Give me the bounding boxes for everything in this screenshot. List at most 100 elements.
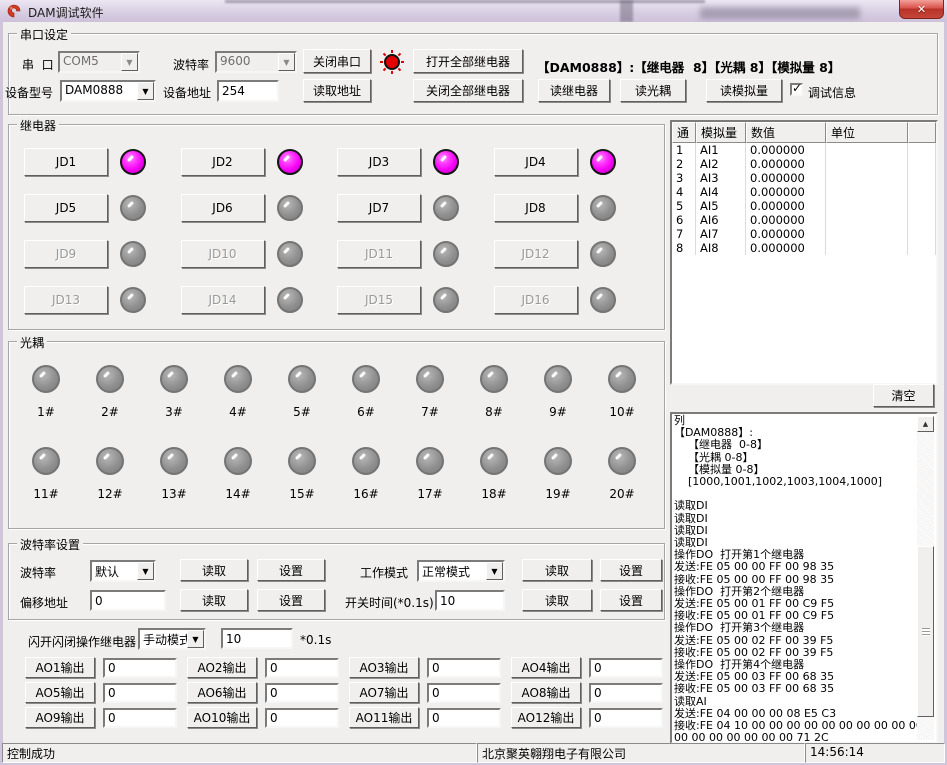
- table-cell: 2: [672, 157, 696, 171]
- relay-button-jd14[interactable]: JD14: [181, 286, 265, 314]
- ao-button-ao11[interactable]: AO11输出: [349, 707, 419, 728]
- ao-button-ao12[interactable]: AO12输出: [511, 707, 581, 728]
- switch-time-set-button[interactable]: 设置: [600, 589, 662, 611]
- table-row[interactable]: 3AI30.000000: [672, 171, 936, 185]
- analog-col-header[interactable]: 模拟量: [696, 122, 746, 143]
- ao-button-ao7[interactable]: AO7输出: [349, 682, 419, 703]
- ao-input-ao3[interactable]: [427, 658, 501, 678]
- debug-info-checkbox[interactable]: [790, 83, 803, 96]
- close-port-button[interactable]: 关闭串口: [303, 49, 371, 73]
- relay-button-jd1[interactable]: JD1: [24, 148, 108, 176]
- opto-led-4: [224, 365, 252, 393]
- log-scrollbar-thumb[interactable]: [917, 546, 934, 718]
- analog-col-header[interactable]: 单位: [826, 122, 908, 143]
- relay-button-jd16[interactable]: JD16: [494, 286, 578, 314]
- baud-read-button[interactable]: 读取: [180, 559, 248, 581]
- ao-button-ao4[interactable]: AO4输出: [511, 657, 581, 678]
- table-row[interactable]: 2AI20.000000: [672, 157, 936, 171]
- flash-mode-select[interactable]: 手动模式 ▼: [138, 628, 206, 650]
- relay-button-jd2[interactable]: JD2: [181, 148, 265, 176]
- ao-input-ao4[interactable]: [589, 658, 663, 678]
- table-row[interactable]: 7AI70.000000: [672, 227, 936, 241]
- ao-button-ao3[interactable]: AO3输出: [349, 657, 419, 678]
- relay-led-jd14: [277, 287, 303, 313]
- model-select[interactable]: DAM0888 ▼: [60, 80, 156, 102]
- flash-time-input[interactable]: [221, 628, 293, 649]
- relay-button-jd10[interactable]: JD10: [181, 240, 265, 268]
- port-select[interactable]: COM5 ▼: [58, 51, 140, 73]
- relay-button-jd11[interactable]: JD11: [337, 240, 421, 268]
- table-row[interactable]: 1AI10.000000: [672, 143, 936, 157]
- table-row[interactable]: 4AI40.000000: [672, 185, 936, 199]
- ao-cell: AO4输出: [511, 655, 673, 680]
- relay-button-jd3[interactable]: JD3: [337, 148, 421, 176]
- opto-cell: 6#: [334, 365, 398, 447]
- close-button[interactable]: ✕: [899, 0, 944, 19]
- table-row[interactable]: 6AI60.000000: [672, 213, 936, 227]
- ao-button-ao2[interactable]: AO2输出: [187, 657, 257, 678]
- opto-group-title: 光耦: [17, 334, 47, 351]
- relay-button-jd4[interactable]: JD4: [494, 148, 578, 176]
- baudrate-select[interactable]: 默认 ▼: [90, 560, 156, 582]
- analog-col-header[interactable]: [908, 122, 936, 143]
- offset-read-button[interactable]: 读取: [180, 589, 248, 611]
- ao-input-ao9[interactable]: [103, 708, 177, 728]
- ao-input-ao7[interactable]: [427, 683, 501, 703]
- switch-time-input[interactable]: [435, 590, 505, 611]
- relay-button-jd13[interactable]: JD13: [24, 286, 108, 314]
- open-all-relays-button[interactable]: 打开全部继电器: [413, 49, 523, 73]
- switch-time-read-button[interactable]: 读取: [522, 589, 592, 611]
- relay-button-jd8[interactable]: JD8: [494, 194, 578, 222]
- ao-input-ao1[interactable]: [103, 658, 177, 678]
- work-mode-select[interactable]: 正常模式 ▼: [417, 560, 505, 582]
- relay-button-jd12[interactable]: JD12: [494, 240, 578, 268]
- work-mode-set-button[interactable]: 设置: [600, 559, 662, 581]
- read-analog-button[interactable]: 读模拟量: [706, 79, 782, 102]
- offset-addr-input[interactable]: [90, 590, 166, 611]
- relay-button-jd9[interactable]: JD9: [24, 240, 108, 268]
- baud-select[interactable]: 9600 ▼: [215, 51, 297, 73]
- work-mode-read-button[interactable]: 读取: [522, 559, 592, 581]
- read-opto-button[interactable]: 读光耦: [620, 79, 686, 102]
- ao-button-ao6[interactable]: AO6输出: [187, 682, 257, 703]
- scroll-up-icon[interactable]: ▲: [917, 416, 934, 432]
- ao-input-ao10[interactable]: [265, 708, 339, 728]
- ao-button-ao5[interactable]: AO5输出: [25, 682, 95, 703]
- ao-button-ao9[interactable]: AO9输出: [25, 707, 95, 728]
- baud-set-button[interactable]: 设置: [257, 559, 325, 581]
- table-cell: 0.000000: [746, 157, 826, 171]
- ao-input-ao5[interactable]: [103, 683, 177, 703]
- relay-button-jd7[interactable]: JD7: [337, 194, 421, 222]
- ao-input-ao12[interactable]: [589, 708, 663, 728]
- ao-input-ao2[interactable]: [265, 658, 339, 678]
- analog-col-header[interactable]: 数值: [746, 122, 826, 143]
- read-addr-button[interactable]: 读取地址: [303, 79, 371, 102]
- read-relay-button[interactable]: 读继电器: [538, 79, 610, 102]
- close-all-relays-button[interactable]: 关闭全部继电器: [413, 79, 523, 102]
- ao-button-ao8[interactable]: AO8输出: [511, 682, 581, 703]
- ao-input-ao11[interactable]: [427, 708, 501, 728]
- ao-button-ao10[interactable]: AO10输出: [187, 707, 257, 728]
- model-value: DAM0888: [62, 82, 137, 100]
- relay-led-jd11: [433, 241, 459, 267]
- table-row[interactable]: 8AI80.000000: [672, 241, 936, 255]
- relay-button-jd5[interactable]: JD5: [24, 194, 108, 222]
- table-row[interactable]: 5AI50.000000: [672, 199, 936, 213]
- ao-input-ao6[interactable]: [265, 683, 339, 703]
- opto-label: 8#: [485, 405, 503, 419]
- table-cell: 4: [672, 185, 696, 199]
- titlebar[interactable]: DAM调试软件 ✕: [0, 0, 947, 22]
- log-scrollbar[interactable]: ▲: [917, 416, 934, 740]
- ao-input-ao8[interactable]: [589, 683, 663, 703]
- analog-col-header[interactable]: 通: [672, 122, 696, 143]
- clear-log-button[interactable]: 清空: [873, 384, 934, 407]
- log-panel[interactable]: 列 【DAM0888】: 【继电器 0-8】 【光耦 0-8】 【模拟量 0-8…: [670, 412, 938, 744]
- ao-button-ao1[interactable]: AO1输出: [25, 657, 95, 678]
- model-label: 设备型号: [5, 84, 53, 101]
- relay-button-jd6[interactable]: JD6: [181, 194, 265, 222]
- table-cell: [908, 185, 936, 199]
- device-addr-input[interactable]: [217, 80, 279, 102]
- offset-set-button[interactable]: 设置: [257, 589, 325, 611]
- baud-value: 9600: [217, 53, 278, 71]
- relay-button-jd15[interactable]: JD15: [337, 286, 421, 314]
